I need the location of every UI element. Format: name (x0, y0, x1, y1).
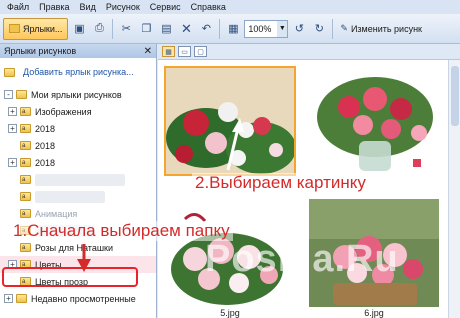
arrowhead-picture (232, 118, 244, 132)
annotation-step1: 1.Сначала выбираем папку (10, 221, 233, 241)
watermark: Posilla.Ru (205, 238, 399, 280)
annotation-step2: 2.Выбираем картинку (192, 173, 369, 193)
arrowhead-folder (77, 259, 91, 272)
arrow-to-picture (226, 127, 240, 171)
